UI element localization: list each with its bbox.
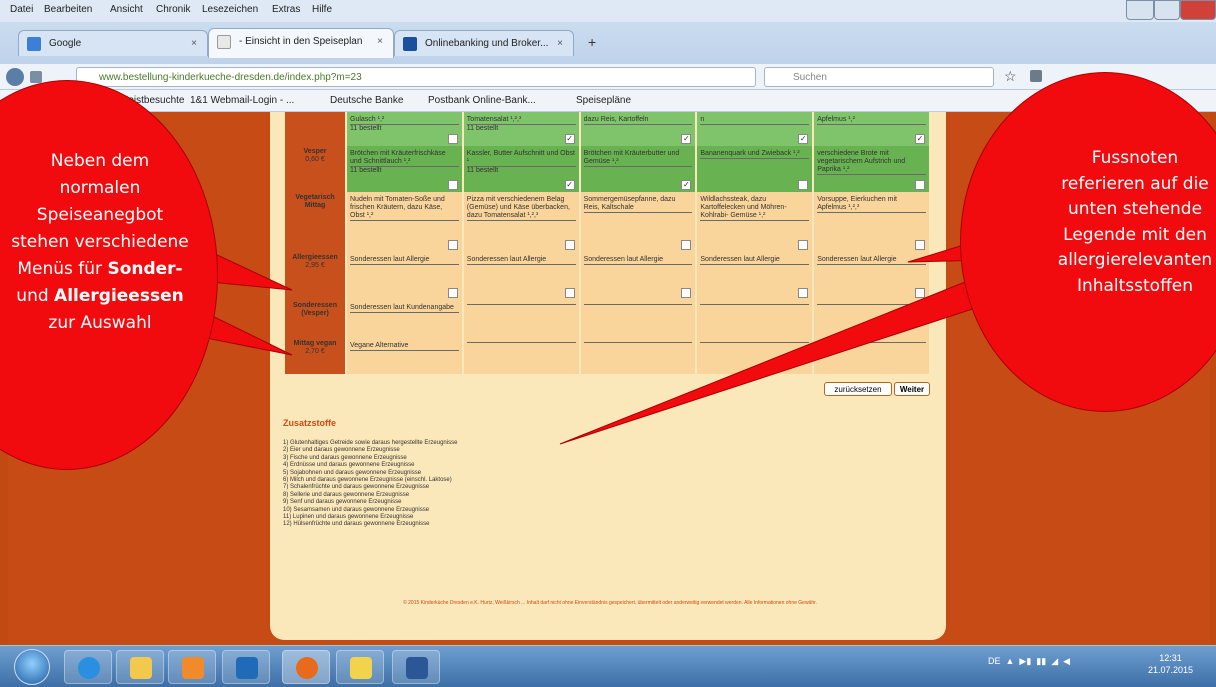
windows-taskbar: DE ▲ ▶▮ ▮▮ ◢ ◀ 12:31 21.07.2015 — [0, 645, 1216, 687]
system-tray[interactable]: DE ▲ ▶▮ ▮▮ ◢ ◀ — [988, 656, 1070, 667]
callout-line: zur Auswahl — [48, 313, 152, 333]
callout-line: Inhaltsstoffen — [1076, 275, 1194, 296]
word-icon — [406, 657, 428, 679]
start-button-icon[interactable] — [14, 649, 50, 685]
clock-time: 12:31 — [1159, 653, 1182, 663]
callout-line: Fussnoten — [1091, 148, 1179, 168]
right-pointer-lower — [559, 275, 1001, 445]
taskbar-clock[interactable]: 12:31 21.07.2015 — [1148, 652, 1193, 676]
shield-icon — [350, 657, 372, 679]
callout-line: Menüs für Sonder- — [0, 256, 270, 283]
callout-line: allergierelevanten — [1057, 250, 1213, 270]
callout-text: und — [16, 286, 55, 306]
media-player-icon — [182, 657, 204, 679]
taskbar-app[interactable] — [336, 650, 384, 684]
callout-bold-text: Allergieessen — [54, 286, 184, 306]
screenshot-root: Datei Bearbeiten Ansicht Chronik Lesezei… — [0, 0, 1216, 687]
callout-line: Speiseanegbot — [36, 205, 164, 225]
internet-explorer-icon — [78, 657, 100, 679]
clock-date: 21.07.2015 — [1148, 665, 1194, 675]
folder-icon — [130, 657, 152, 679]
taskbar-explorer[interactable] — [116, 650, 164, 684]
taskbar-firefox[interactable] — [282, 650, 330, 684]
left-callout-text: Neben dem normalen Speiseanegbot stehen … — [0, 148, 270, 337]
taskbar-outlook[interactable] — [222, 650, 270, 684]
callout-line: Neben dem — [50, 151, 150, 171]
callout-line: referieren auf die — [1061, 173, 1209, 194]
callout-line: und Allergieessen — [0, 283, 270, 310]
callout-text: Menüs für — [17, 259, 108, 279]
taskbar-ie[interactable] — [64, 650, 112, 684]
firefox-icon — [296, 657, 318, 679]
taskbar-word[interactable] — [392, 650, 440, 684]
taskbar-media[interactable] — [168, 650, 216, 684]
callout-line: Legende mit den — [1063, 224, 1207, 245]
callout-bold-text: Sonder- — [107, 259, 183, 279]
callout-line: normalen — [59, 178, 141, 198]
language-indicator[interactable]: DE — [988, 656, 1001, 666]
outlook-icon — [236, 657, 258, 679]
right-callout-text: Fussnoten referieren auf die unten stehe… — [1010, 146, 1216, 299]
callout-line: stehen verschiedene — [11, 232, 189, 252]
callout-line: unten stehende — [1067, 199, 1203, 219]
